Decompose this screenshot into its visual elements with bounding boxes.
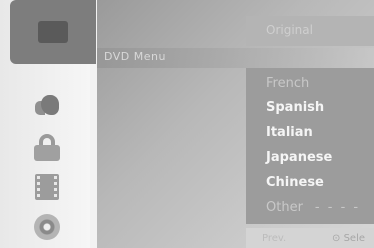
sidebar-item-cd[interactable] [14,206,80,248]
menu-title: DVD Menu [104,50,166,63]
original-label: Original [266,23,313,37]
language-option-label: Other [266,200,303,215]
sidebar-item-lock[interactable] [14,126,80,168]
lock-icon [34,134,60,161]
select-hint: ⊙ Sele [332,233,365,244]
sidebar-item-audio[interactable] [14,84,80,126]
language-option[interactable]: Spanish [266,100,324,115]
sidebar-item-film[interactable] [14,166,80,208]
language-option[interactable]: Italian [266,125,313,140]
language-option[interactable]: French [266,76,309,91]
select-label: Sele [343,233,365,244]
audio-icon [33,91,61,119]
film-icon [35,174,59,200]
language-code-field[interactable]: - - - - [315,200,360,215]
language-option[interactable]: Japanese [266,150,332,165]
cd-icon [34,214,60,240]
language-option[interactable]: Chinese [266,175,324,190]
sidebar [0,0,96,248]
language-option-other[interactable]: Other - - - - [266,200,360,215]
prev-hint: Prev. [262,233,287,244]
sidebar-item-disc[interactable] [10,0,96,64]
disc-setup-icon [38,21,68,43]
